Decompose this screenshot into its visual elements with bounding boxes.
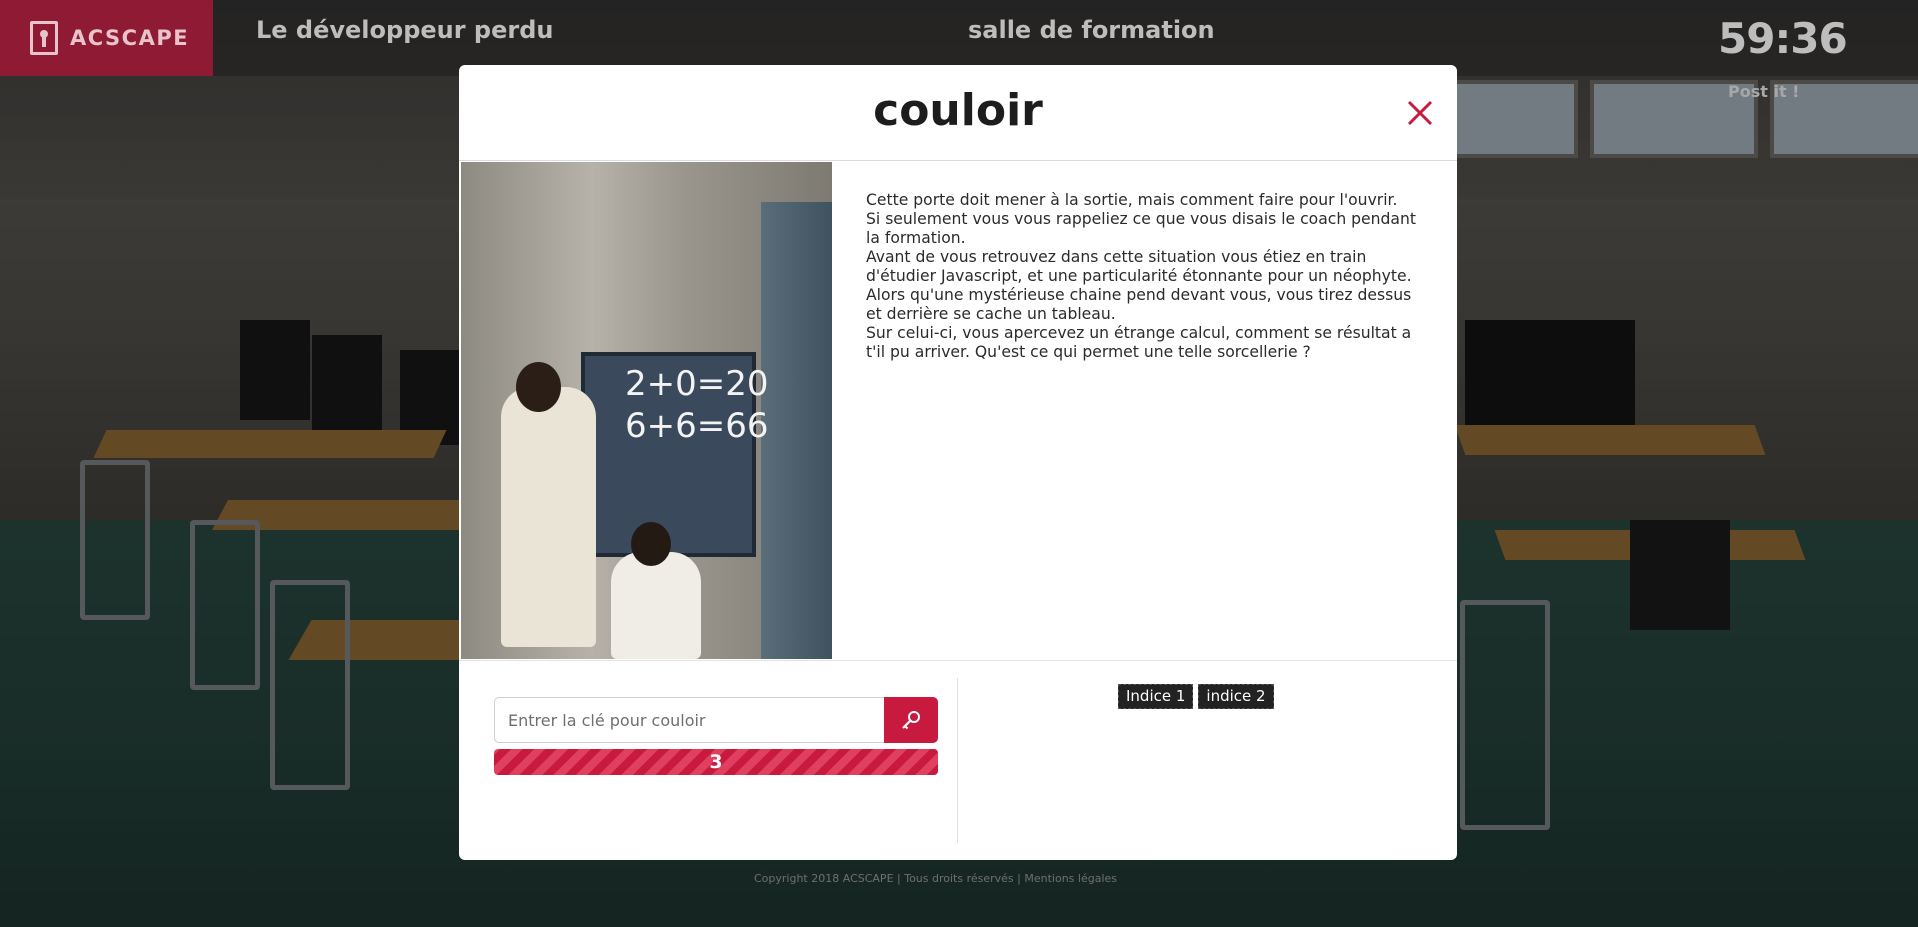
- room-title: salle de formation: [968, 16, 1215, 44]
- key-input[interactable]: [494, 697, 889, 743]
- riddle-image: 2+0=20 6+6=66: [461, 162, 832, 659]
- brand-name: ACSCAPE: [70, 26, 190, 50]
- hints-group: Indice 1 indice 2: [1118, 684, 1274, 709]
- chalk-line: 6+6=66: [625, 406, 769, 446]
- content-divider: [459, 660, 1457, 661]
- attempts-remaining-bar: 3: [494, 749, 938, 775]
- room-modal: couloir 2+0=20 6+6=66 Cette porte doit m…: [459, 65, 1457, 860]
- description-line: Avant de vous retrouvez dans cette situa…: [866, 248, 1412, 285]
- brand-logo[interactable]: ACSCAPE: [0, 0, 213, 76]
- hint-1-button[interactable]: Indice 1: [1118, 684, 1194, 709]
- description-line: Cette porte doit mener à la sortie, mais…: [866, 191, 1398, 209]
- keyhole-icon: [30, 21, 58, 55]
- countdown-timer: 59:36: [1718, 14, 1848, 63]
- hint-2-button[interactable]: indice 2: [1198, 684, 1274, 709]
- submit-key-button[interactable]: [884, 697, 938, 743]
- description-line: Si seulement vous vous rappeliez ce que …: [866, 210, 1416, 247]
- modal-title: couloir: [873, 85, 1043, 136]
- chalk-line: 2+0=20: [625, 364, 769, 404]
- header-divider: [459, 160, 1457, 161]
- footer-copyright: Copyright 2018 ACSCAPE | Tous droits rés…: [754, 872, 1117, 885]
- footer-divider: [957, 678, 958, 843]
- chalkboard: 2+0=20 6+6=66: [581, 352, 769, 557]
- close-icon: [1407, 100, 1433, 126]
- riddle-description: Cette porte doit mener à la sortie, mais…: [866, 191, 1428, 362]
- description-line: Alors qu'une mystérieuse chaine pend dev…: [866, 286, 1412, 323]
- postit-button[interactable]: Post it !: [1728, 82, 1799, 101]
- key-icon: [902, 711, 920, 730]
- description-line: Sur celui-ci, vous apercevez un étrange …: [866, 324, 1412, 361]
- close-button[interactable]: [1400, 93, 1440, 133]
- game-title: Le développeur perdu: [256, 16, 554, 44]
